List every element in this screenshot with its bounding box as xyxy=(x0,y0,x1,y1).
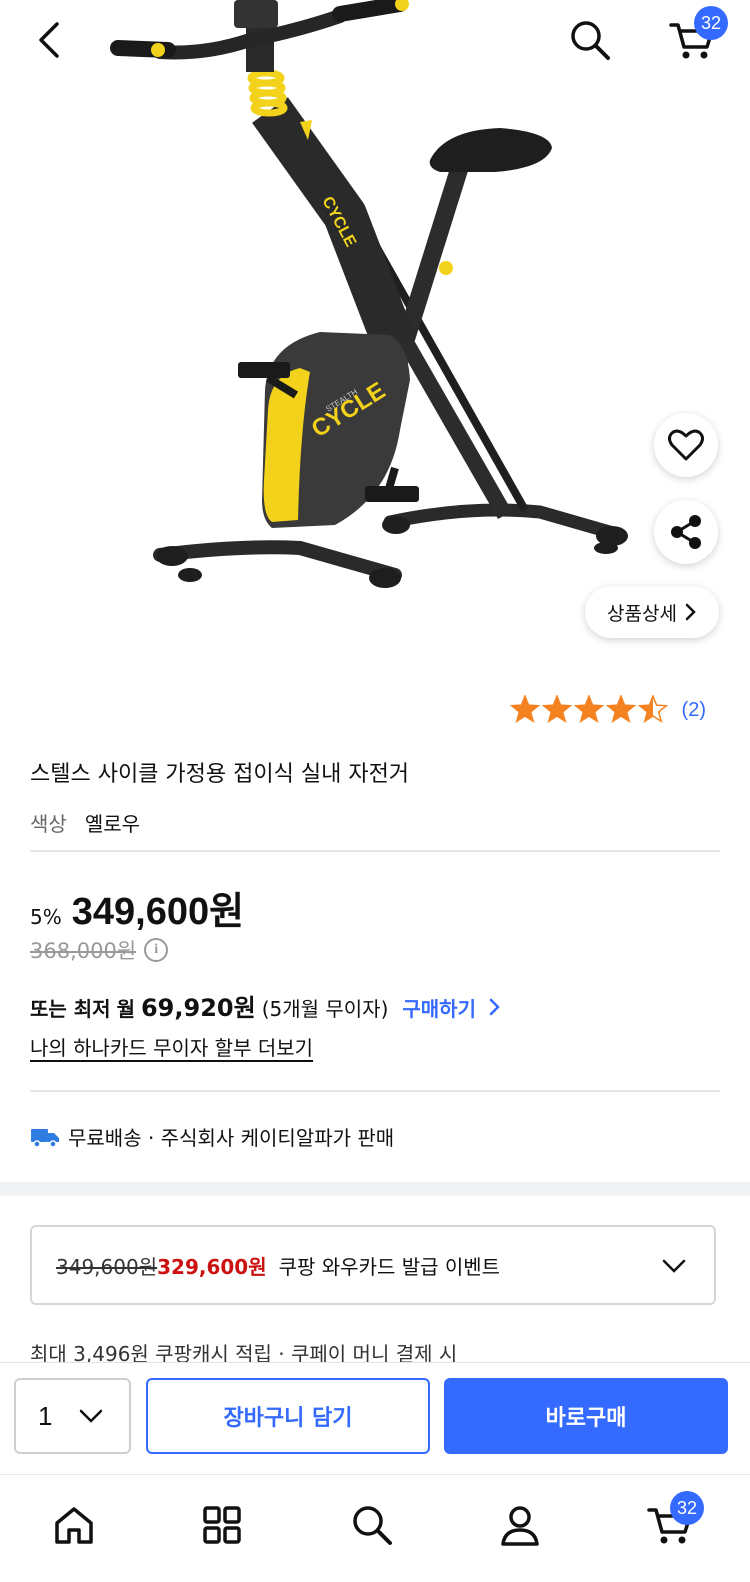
buy-now-button[interactable]: 바로구매 xyxy=(444,1378,728,1454)
share-icon xyxy=(671,515,701,549)
review-count[interactable]: (2) xyxy=(682,699,706,722)
quantity-value: 1 xyxy=(38,1400,53,1431)
installment-prefix: 또는 최저 xyxy=(30,997,111,1021)
installment-row: 또는 최저 월 69,920원 (5개월 무이자) 구매하기 xyxy=(30,988,501,1023)
original-price: 368,000원 xyxy=(30,939,137,963)
shipping-text: 무료배송 · 주식회사 케이티알파가 판매 xyxy=(68,1126,395,1150)
divider xyxy=(30,850,720,852)
truck-icon xyxy=(31,1128,59,1148)
star-icon xyxy=(605,695,636,723)
add-to-cart-button[interactable]: 장바구니 담기 xyxy=(146,1378,430,1454)
cart-count-badge: 32 xyxy=(694,6,728,40)
chevron-right-icon xyxy=(685,603,696,621)
star-icon xyxy=(637,695,668,723)
search-icon xyxy=(571,21,610,60)
price-row: 5% 349,600원 xyxy=(30,880,244,935)
installment-buy-link[interactable]: 구매하기 xyxy=(402,993,501,1022)
installment-buy-label: 구매하기 xyxy=(402,997,476,1021)
product-image-area[interactable]: CYCLE CYCLE STEALTH 32 상품상세 xyxy=(0,0,750,665)
back-button[interactable] xyxy=(22,12,78,68)
chevron-down-icon xyxy=(79,1409,103,1423)
star-rating-icons xyxy=(509,695,668,723)
installment-terms: (5개월 무이자) xyxy=(261,997,389,1021)
tab-category[interactable] xyxy=(192,1495,252,1555)
rating-stars[interactable]: (2) xyxy=(509,695,706,725)
option-label: 색상 xyxy=(30,812,67,836)
card-installment-link[interactable]: 나의 하나카드 무이자 할부 더보기 xyxy=(30,1032,313,1061)
section-separator xyxy=(0,1182,750,1196)
chevron-right-icon xyxy=(489,998,500,1016)
original-price-row: 368,000원 i xyxy=(30,935,169,965)
tab-home[interactable] xyxy=(44,1495,104,1555)
event-new-price: 329,600원 xyxy=(157,1254,267,1279)
search-button[interactable] xyxy=(562,12,618,68)
product-title: 스텔스 사이클 가정용 접이식 실내 자전거 xyxy=(30,762,410,787)
event-label: 쿠팡 와우카드 발급 이벤트 xyxy=(278,1254,501,1279)
product-detail-button[interactable]: 상품상세 xyxy=(585,586,719,638)
product-photo: CYCLE CYCLE STEALTH xyxy=(110,0,628,588)
divider xyxy=(30,1090,720,1092)
option-value: 옐로우 xyxy=(84,812,141,836)
tab-search[interactable] xyxy=(342,1495,402,1555)
my-page-icon xyxy=(501,1506,539,1546)
home-icon xyxy=(55,1507,93,1544)
tab-cart[interactable]: 32 xyxy=(640,1491,704,1555)
option-row: 색상 옐로우 xyxy=(30,808,140,837)
purchase-action-bar: 1 장바구니 담기 바로구매 xyxy=(0,1362,750,1474)
favorite-button[interactable] xyxy=(654,413,718,477)
installment-month: 월 xyxy=(116,997,135,1021)
chevron-down-icon xyxy=(662,1259,686,1273)
cart-count-badge: 32 xyxy=(670,1491,704,1525)
bottom-tab-bar: 32 xyxy=(0,1474,750,1582)
chevron-left-icon xyxy=(39,22,59,58)
info-icon[interactable]: i xyxy=(144,938,169,962)
card-event-dropdown[interactable]: 349,600원 329,600원 쿠팡 와우카드 발급 이벤트 xyxy=(30,1225,716,1305)
sale-price: 349,600원 xyxy=(71,891,245,933)
tab-my-page[interactable] xyxy=(490,1495,550,1555)
shipping-row: 무료배송 · 주식회사 케이티알파가 판매 xyxy=(30,1122,394,1151)
star-icon xyxy=(541,695,572,723)
event-old-price: 349,600원 xyxy=(56,1254,158,1279)
star-icon xyxy=(509,695,540,723)
star-icon xyxy=(573,695,604,723)
category-icon xyxy=(203,1506,241,1544)
discount-rate: 5% xyxy=(30,905,62,929)
installment-amount: 69,920원 xyxy=(140,994,256,1022)
search-icon xyxy=(353,1506,392,1545)
heart-icon xyxy=(668,429,704,461)
share-button[interactable] xyxy=(654,500,718,564)
cart-button[interactable]: 32 xyxy=(662,6,728,68)
quantity-select[interactable]: 1 xyxy=(14,1378,131,1454)
product-detail-label: 상품상세 xyxy=(607,602,677,625)
